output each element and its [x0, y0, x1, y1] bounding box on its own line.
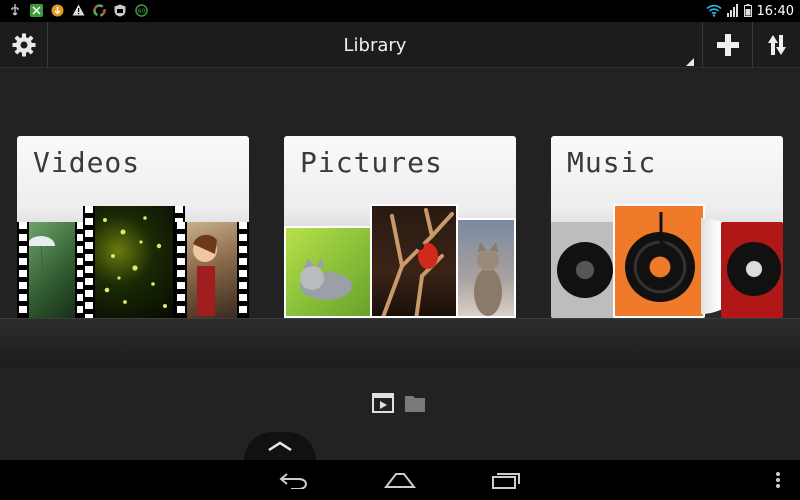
- plus-icon: [716, 34, 739, 56]
- add-button[interactable]: [702, 22, 752, 68]
- videos-tile[interactable]: Videos: [17, 136, 249, 318]
- album-cover: [721, 222, 783, 318]
- recents-button[interactable]: [476, 460, 536, 500]
- navigation-bar: [0, 460, 800, 500]
- music-tile[interactable]: Music: [551, 136, 783, 318]
- signal-icon: [726, 2, 739, 21]
- view-toggles: [372, 393, 426, 417]
- picture-thumbnail: [284, 226, 374, 318]
- status-bar: 60 16:40: [0, 0, 800, 22]
- pictures-tile[interactable]: Pictures: [284, 136, 516, 318]
- shelf: [0, 318, 800, 368]
- usb-icon: [8, 3, 22, 17]
- overflow-menu-button[interactable]: [748, 460, 800, 500]
- folder-view-icon[interactable]: [404, 393, 426, 417]
- notification-icons: 60: [8, 3, 148, 17]
- tile-label: Pictures: [300, 146, 443, 179]
- sort-button[interactable]: [752, 22, 800, 68]
- download-icon: [50, 3, 64, 17]
- battery-icon: [743, 2, 752, 21]
- gear-icon: [12, 33, 35, 57]
- drawer-handle[interactable]: [244, 432, 316, 460]
- spinner-caret-icon: [686, 58, 694, 66]
- video-thumbnail: [175, 222, 249, 318]
- media-view-icon[interactable]: [372, 393, 394, 417]
- android-debug-icon: [29, 3, 43, 17]
- album-cover: [613, 204, 705, 318]
- video-thumbnail: [83, 206, 185, 318]
- chevron-up-icon: [268, 441, 292, 452]
- tile-label: Music: [567, 146, 657, 179]
- home-button[interactable]: [370, 460, 430, 500]
- system-status: 16:40: [705, 2, 794, 21]
- home-icon: [384, 473, 416, 488]
- back-button[interactable]: [264, 460, 324, 500]
- library-title-spinner[interactable]: Library: [49, 22, 701, 68]
- picture-thumbnail: [370, 204, 458, 318]
- sd-icon: 60: [134, 3, 148, 17]
- overflow-menu-icon: [776, 472, 780, 488]
- video-thumbnail: [17, 222, 87, 318]
- page-title: Library: [343, 34, 407, 56]
- svg-text:60: 60: [137, 8, 145, 15]
- wifi-icon: [705, 2, 722, 21]
- picture-thumbnail: [456, 218, 516, 318]
- library-content: Videos Pictures Music: [0, 68, 800, 460]
- tile-label: Videos: [33, 146, 141, 179]
- action-bar: Library: [0, 22, 800, 68]
- clock: 16:40: [756, 4, 794, 19]
- recents-icon: [492, 473, 520, 489]
- vpn-icon: [113, 3, 127, 17]
- warning-icon: [71, 3, 85, 17]
- sync-icon: [92, 3, 106, 17]
- sort-icon: [767, 35, 786, 55]
- settings-button[interactable]: [0, 22, 48, 68]
- album-cover: [551, 222, 617, 318]
- back-icon: [279, 473, 307, 489]
